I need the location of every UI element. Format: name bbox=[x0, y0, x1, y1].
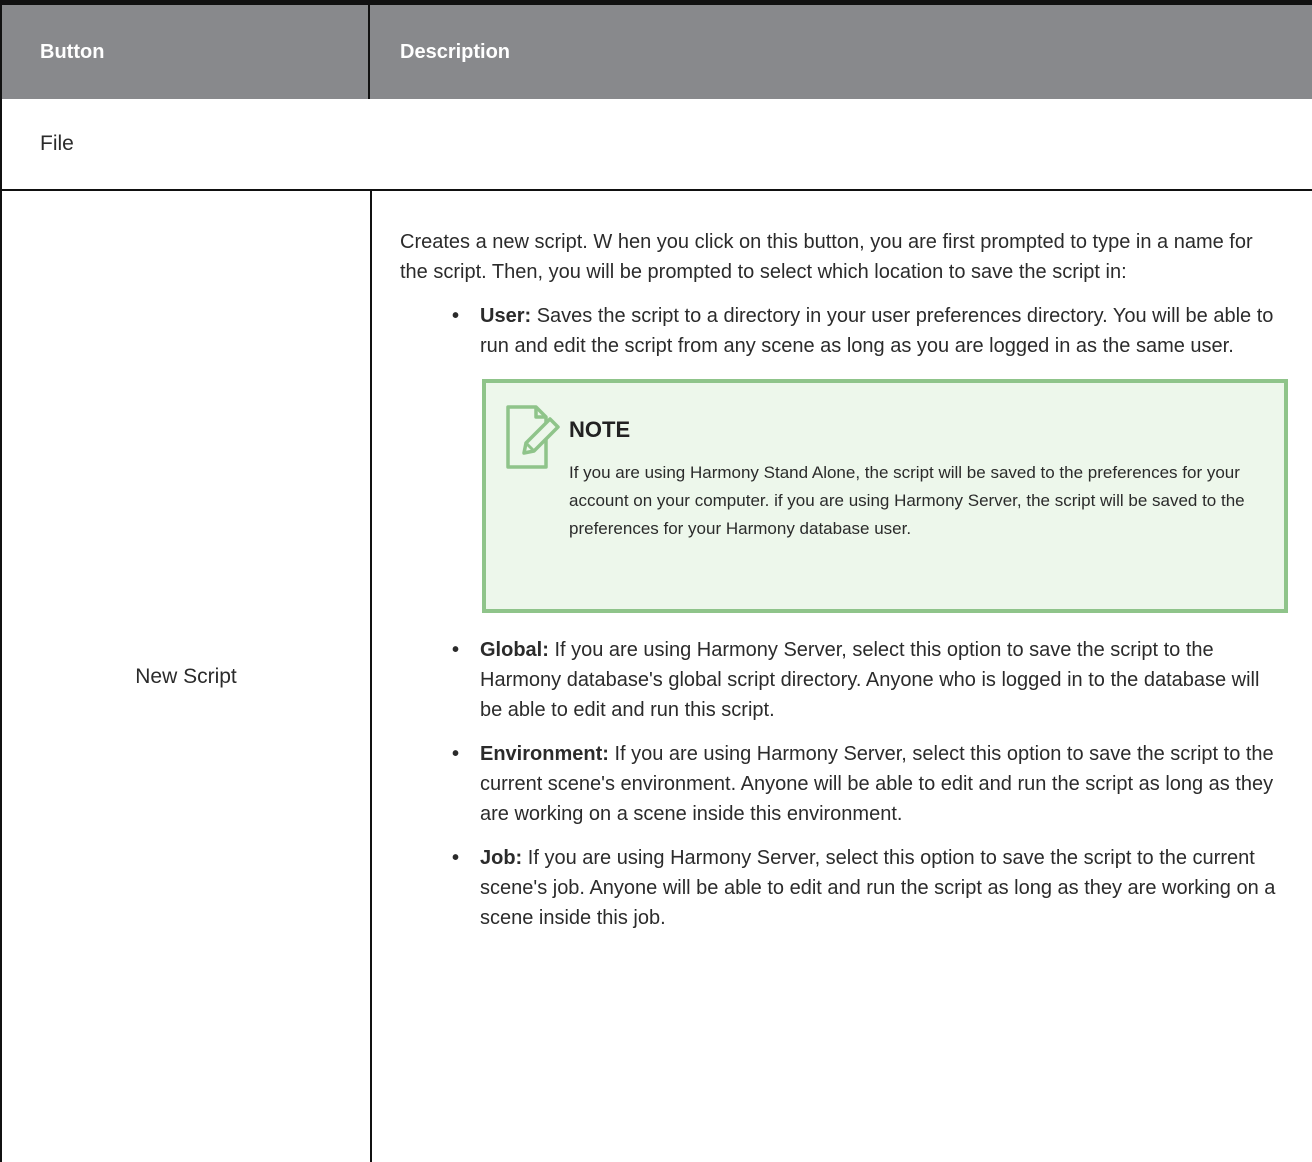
bullet-icon: • bbox=[452, 639, 460, 661]
script-buttons-table: Button Description File New Script Creat… bbox=[0, 0, 1312, 1162]
bullet-icon: • bbox=[452, 847, 460, 869]
option-job: • Job: If you are using Harmony Server, … bbox=[452, 843, 1280, 933]
note-edit-icon bbox=[506, 405, 560, 469]
button-name-cell: New Script bbox=[2, 191, 372, 1162]
location-options-list: • User: Saves the script to a directory … bbox=[400, 301, 1280, 361]
option-text: If you are using Harmony Server, select … bbox=[480, 847, 1276, 929]
option-text: If you are using Harmony Server, select … bbox=[480, 639, 1260, 721]
table-row: New Script Creates a new script. W hen y… bbox=[0, 191, 1312, 1162]
option-term: Global: bbox=[480, 639, 549, 661]
location-options-list-continued: • Global: If you are using Harmony Serve… bbox=[400, 635, 1280, 933]
note-text: If you are using Harmony Stand Alone, th… bbox=[569, 463, 1245, 538]
option-global: • Global: If you are using Harmony Serve… bbox=[452, 635, 1280, 725]
note-title: NOTE bbox=[569, 417, 631, 442]
bullet-icon: • bbox=[452, 305, 460, 327]
bullet-icon: • bbox=[452, 743, 460, 765]
header-button: Button bbox=[2, 5, 370, 99]
option-text: Saves the script to a directory in your … bbox=[480, 305, 1274, 357]
table-header-row: Button Description bbox=[0, 0, 1312, 99]
option-term: Environment: bbox=[480, 743, 609, 765]
header-description: Description bbox=[400, 40, 511, 63]
option-term: Job: bbox=[480, 847, 523, 869]
note-box: NOTE If you are using Harmony Stand Alon… bbox=[482, 379, 1288, 613]
option-term: User: bbox=[480, 305, 532, 327]
option-user: • User: Saves the script to a directory … bbox=[452, 301, 1280, 361]
section-file: File bbox=[0, 99, 1312, 191]
description-cell: Creates a new script. W hen you click on… bbox=[372, 191, 1312, 1162]
option-environment: • Environment: If you are using Harmony … bbox=[452, 739, 1280, 829]
button-name: New Script bbox=[135, 664, 237, 688]
description-intro: Creates a new script. W hen you click on… bbox=[400, 231, 1253, 283]
